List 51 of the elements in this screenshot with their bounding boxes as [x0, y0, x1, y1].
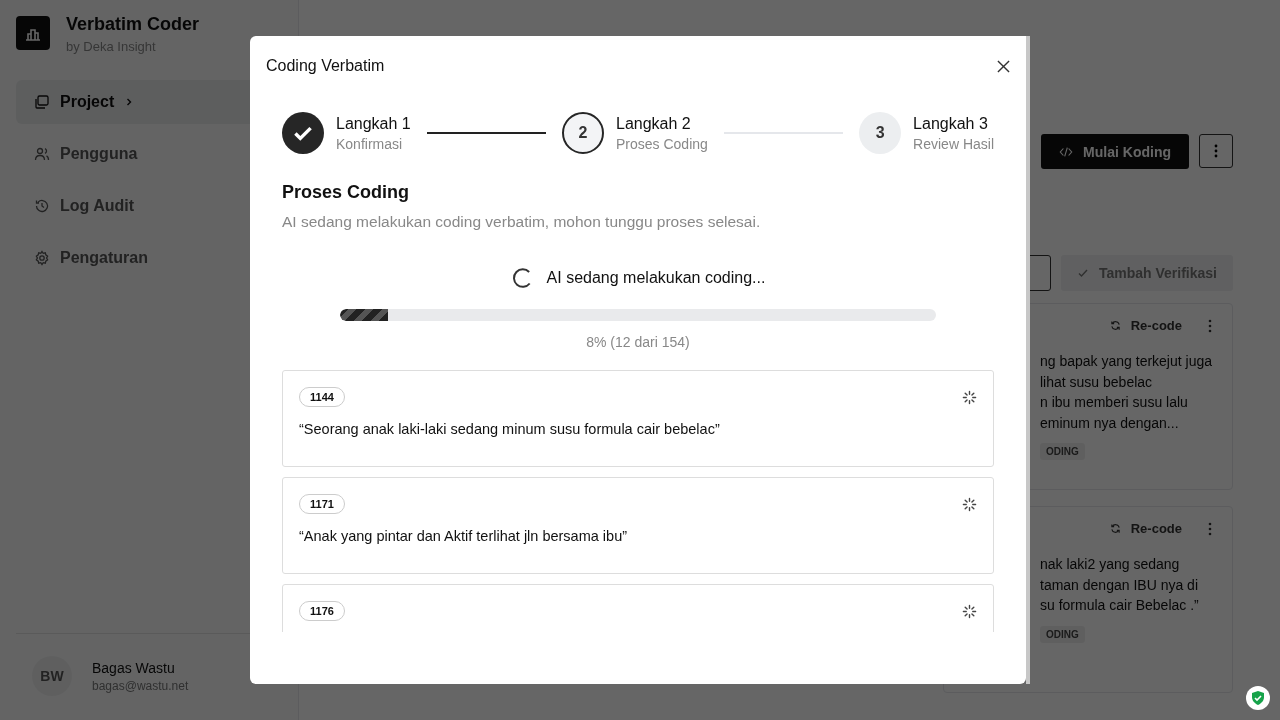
folders-icon	[34, 94, 50, 110]
step-subtitle: Review Hasil	[913, 135, 994, 152]
history-icon	[34, 198, 50, 214]
recode-button[interactable]: Re-code	[1109, 318, 1182, 333]
check-icon	[1077, 267, 1089, 279]
step-subtitle: Konfirmasi	[336, 135, 404, 152]
close-icon[interactable]	[997, 59, 1010, 73]
sidebar-item[interactable]: Pengaturan	[16, 236, 282, 280]
users-icon	[34, 146, 50, 162]
status-badge: ODING	[1040, 625, 1085, 643]
progress-reading: 8% (12 dari 154)	[585, 334, 691, 350]
more-options-button[interactable]	[1199, 134, 1233, 168]
response-text: su formula cair Bebelac .”	[1040, 596, 1200, 615]
user-avatar: BW	[32, 656, 72, 696]
step-title: Langkah 2	[616, 114, 692, 133]
loading-icon	[962, 603, 977, 619]
app-title: Verbatim Coder	[66, 14, 200, 35]
loading-icon	[962, 496, 977, 512]
verbatim-text: “Anak yang pintar dan Aktif terlihat jln bersama ibu”	[299, 528, 629, 544]
step-number: 2	[562, 112, 604, 154]
status-badge: ODING	[1040, 443, 1085, 460]
loading-icon	[962, 389, 977, 405]
loading-spinner-icon	[510, 267, 533, 289]
dialog-title: Coding Verbatim	[266, 57, 385, 75]
more-icon[interactable]	[1208, 318, 1212, 333]
more-icon[interactable]	[1208, 521, 1212, 536]
sidebar-item[interactable]: Log Audit	[16, 184, 282, 228]
response-text: lihat susu bebelac	[1040, 372, 1154, 392]
response-text: n ibu memberi susu lalu	[1040, 393, 1189, 412]
step-title: Langkah 1	[336, 114, 411, 133]
step-title: Langkah 3	[913, 114, 989, 133]
response-text: ng bapak yang terkejut juga	[1040, 352, 1212, 371]
response-text: taman dengan IBU nya di	[1040, 575, 1199, 595]
step-number: 3	[859, 112, 902, 154]
chart-logo-icon	[16, 16, 50, 50]
refresh-icon	[1109, 320, 1121, 331]
start-coding-button[interactable]: Mulai Koding	[1041, 134, 1189, 169]
response-text: eminum nya dengan...	[1040, 413, 1180, 433]
shield-icon[interactable]	[1246, 686, 1270, 710]
refresh-icon	[1109, 523, 1121, 534]
status-text: AI sedang melakukan coding...	[546, 269, 766, 287]
verbatim-text: “Seorang anak laki-laki sedang minum susu formula cair bebelac”	[299, 421, 721, 437]
sidebar-item[interactable]: Pengguna	[16, 132, 282, 176]
response-text: nak laki2 yang sedang	[1040, 555, 1181, 574]
section-description: AI sedang melakukan coding verbatim, mohon tunggu proses selesai.	[282, 213, 762, 231]
recode-button[interactable]: Re-code	[1109, 521, 1182, 536]
section-heading: Proses Coding	[282, 182, 411, 203]
settings-icon	[34, 250, 50, 266]
user-name: Bagas Wastu	[92, 659, 176, 676]
step-subtitle: Proses Coding	[616, 135, 708, 152]
more-icon	[1214, 143, 1218, 159]
